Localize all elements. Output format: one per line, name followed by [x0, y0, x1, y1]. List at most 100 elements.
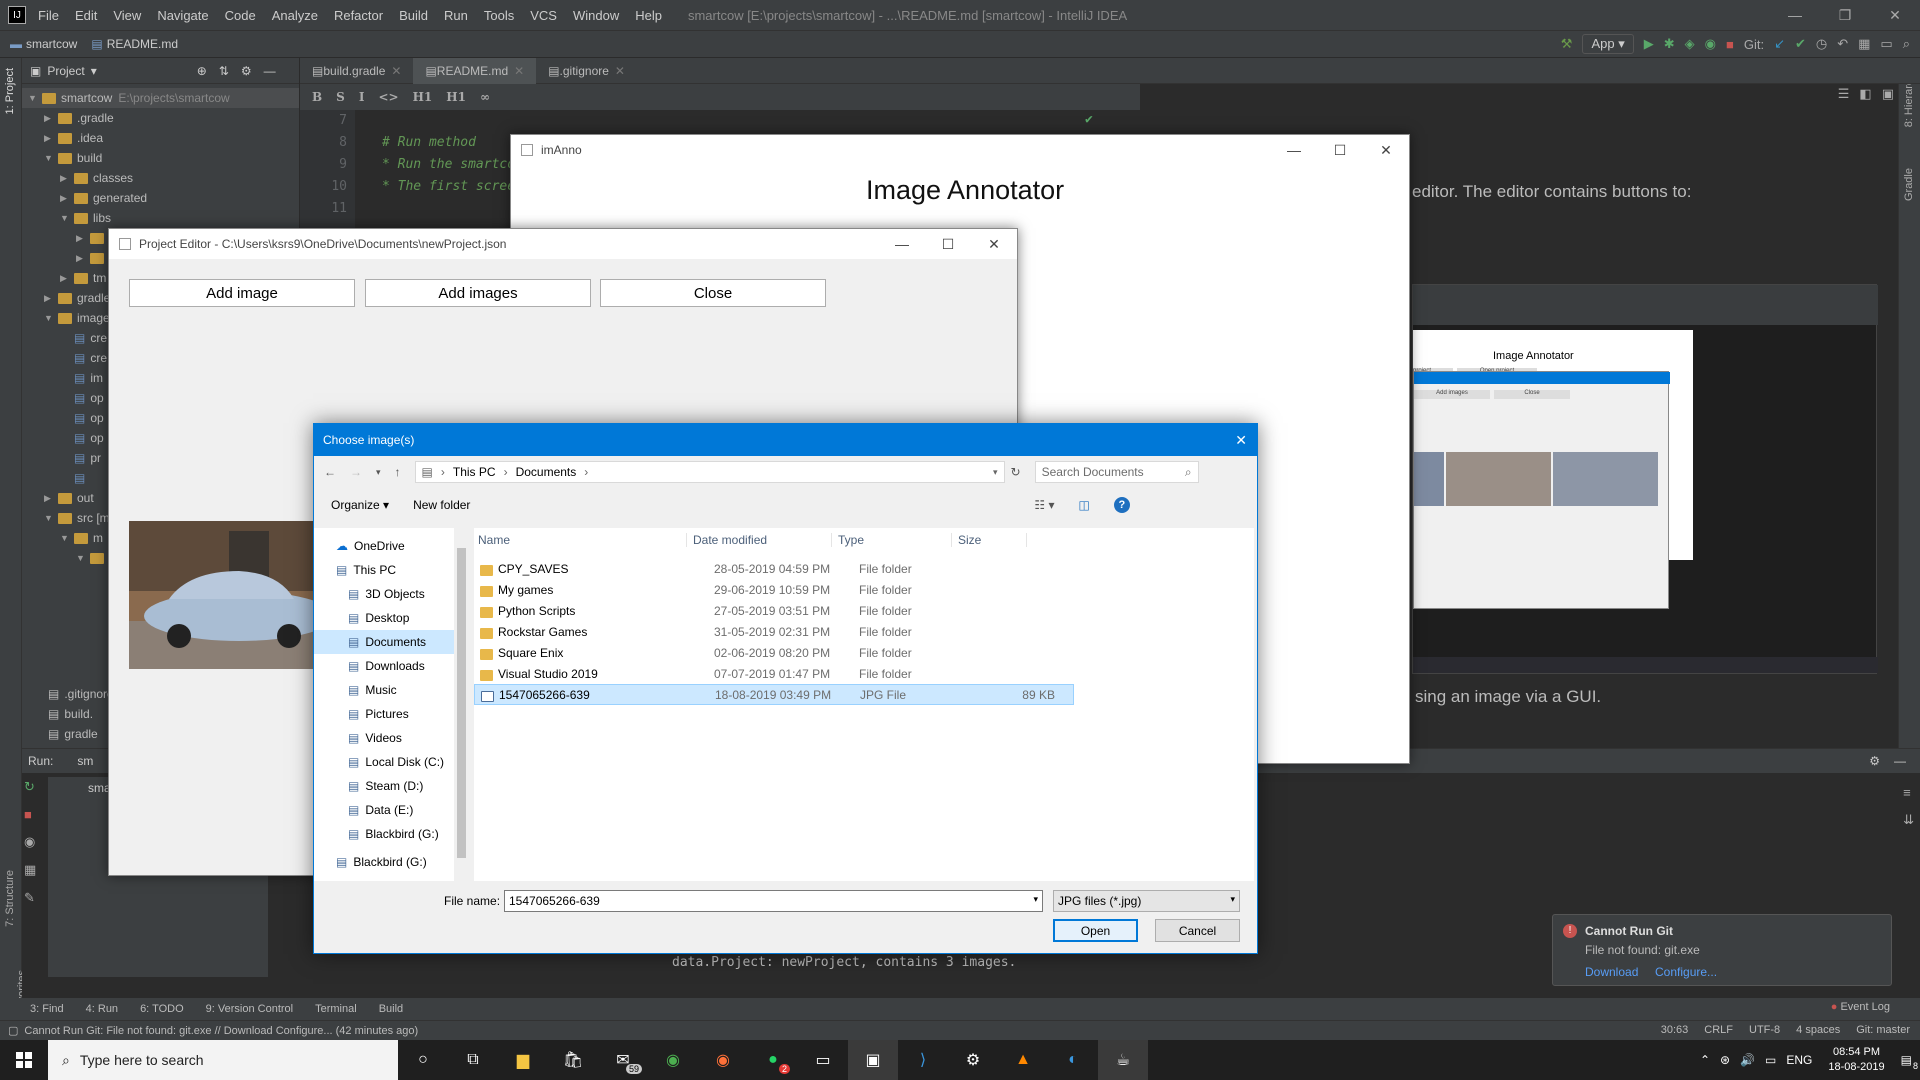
expanded-arrow-icon[interactable]: ▼ [76, 553, 86, 563]
maximize-icon[interactable]: ☐ [1317, 135, 1363, 165]
mail-icon[interactable]: ✉ 59 [598, 1040, 648, 1080]
soft-wrap-icon[interactable]: ≡ [1903, 785, 1914, 800]
status-message[interactable]: Cannot Run Git: File not found: git.exe … [24, 1025, 418, 1037]
new-folder-button[interactable]: New folder [413, 498, 470, 512]
close-tab-icon[interactable]: ✕ [391, 64, 401, 78]
expanded-arrow-icon[interactable]: ▼ [60, 213, 70, 223]
language-indicator[interactable]: ENG [1786, 1053, 1812, 1067]
forward-icon[interactable]: → [350, 465, 362, 479]
taskbar-search[interactable]: ⌕ Type here to search [48, 1040, 398, 1080]
file-explorer-icon[interactable]: ▆ [498, 1040, 548, 1080]
file-name-input[interactable]: 1547065266-639 ▾ [504, 890, 1043, 912]
profile-icon[interactable]: ◉ [1705, 36, 1716, 52]
close-icon[interactable]: ✕ [971, 229, 1017, 259]
up-icon[interactable]: ↑ [395, 465, 401, 479]
organize-button[interactable]: Organize ▾ [331, 498, 389, 512]
pin-icon[interactable]: ✎ [24, 890, 36, 906]
file-row[interactable]: Square Enix 02-06-2019 08:20 PM File folde… [474, 642, 1254, 663]
cortana-icon[interactable]: ○ [398, 1040, 448, 1080]
nav-item[interactable]: ▤ Blackbird (G:) [314, 850, 468, 874]
collapsed-arrow-icon[interactable]: ▶ [44, 113, 54, 124]
expanded-arrow-icon[interactable]: ▼ [44, 513, 54, 523]
collapsed-arrow-icon[interactable]: ▶ [60, 273, 70, 284]
nav-item[interactable]: ▤ Pictures [314, 702, 468, 726]
file-type-filter[interactable]: JPG files (*.jpg) ▾ [1053, 890, 1240, 912]
collapsed-arrow-icon[interactable]: ▶ [44, 293, 54, 304]
bottom-tab[interactable]: 9: Version Control [206, 1003, 293, 1015]
close-icon[interactable]: ✕ [1870, 7, 1920, 24]
collapsed-arrow-icon[interactable]: ▶ [60, 173, 70, 184]
vlc-icon[interactable]: ▲ [998, 1040, 1048, 1080]
tree-item[interactable]: ▶ .idea [22, 128, 299, 148]
markdown-tool-button[interactable]: S [336, 90, 345, 104]
open-button[interactable]: Open [1053, 919, 1138, 942]
column-date[interactable]: Date modified [687, 532, 832, 547]
nav-scroll-thumb[interactable] [457, 548, 466, 858]
collapsed-arrow-icon[interactable]: ▶ [44, 493, 54, 504]
hide-icon[interactable]: — [264, 64, 276, 78]
vscode-icon[interactable]: ⟩ [898, 1040, 948, 1080]
markdown-tool-button[interactable]: B [312, 90, 322, 104]
file-row[interactable]: Python Scripts 27-05-2019 03:51 PM File fo… [474, 600, 1254, 621]
help-icon[interactable]: ? [1113, 497, 1130, 513]
menu-tools[interactable]: Tools [484, 8, 514, 23]
expanded-arrow-icon[interactable]: ▼ [60, 533, 70, 543]
file-row[interactable]: Visual Studio 2019 07-07-2019 01:47 PM Fil… [474, 663, 1254, 684]
menu-vcs[interactable]: VCS [530, 8, 557, 23]
nav-item[interactable]: ▤ Blackbird (G:) [314, 822, 468, 846]
chevron-down-icon[interactable]: ▾ [91, 64, 97, 78]
battery-icon[interactable]: ▭ [1765, 1053, 1776, 1067]
collapsed-arrow-icon[interactable]: ▶ [44, 133, 54, 144]
cancel-button[interactable]: Cancel [1155, 919, 1240, 942]
close-icon[interactable]: ✕ [1235, 432, 1247, 449]
menu-navigate[interactable]: Navigate [157, 8, 208, 23]
nav-item[interactable]: ☁ OneDrive [314, 534, 468, 558]
markdown-tool-button[interactable]: ∞ [480, 90, 490, 104]
close-icon[interactable]: ✕ [1363, 135, 1409, 165]
stop-icon[interactable]: ■ [24, 807, 36, 822]
git-update-icon[interactable]: ↙ [1774, 36, 1785, 52]
eye-icon[interactable]: ◉ [24, 834, 36, 850]
markdown-tool-button[interactable]: H1 [413, 90, 433, 104]
status-item[interactable]: UTF-8 [1749, 1024, 1780, 1036]
maximize-icon[interactable]: ☐ [925, 229, 971, 259]
tree-item[interactable]: ▶ classes [22, 168, 299, 188]
java-icon[interactable]: ☕ [1098, 1040, 1148, 1080]
status-item[interactable]: CRLF [1704, 1024, 1733, 1036]
build-hammer-icon[interactable]: ⚒ [1561, 36, 1573, 52]
editor-only-icon[interactable]: ☰ [1838, 86, 1850, 102]
preview-pane-icon[interactable]: ◫ [1079, 498, 1090, 512]
search-input[interactable]: Search Documents ⌕ [1034, 461, 1199, 483]
file-row[interactable]: 1547065266-639 18-08-2019 03:49 PM JPG Fil… [474, 684, 1074, 705]
close-tab-icon[interactable]: ✕ [615, 64, 625, 78]
collapse-icon[interactable]: ⇅ [219, 64, 229, 78]
chevron-up-icon[interactable]: ⌃ [1700, 1053, 1710, 1067]
file-row[interactable]: CPY_SAVES 28-05-2019 04:59 PM File folder [474, 558, 1254, 579]
bottom-tab[interactable]: Terminal [315, 1003, 357, 1015]
nav-scrollbar[interactable] [454, 528, 469, 881]
file-row[interactable]: Rockstar Games 31-05-2019 02:31 PM File fo… [474, 621, 1254, 642]
tree-item[interactable]: ▼ libs [22, 208, 299, 228]
preview-only-icon[interactable]: ▣ [1882, 86, 1894, 102]
gear-icon[interactable]: ⚙ [241, 64, 252, 78]
expanded-arrow-icon[interactable]: ▼ [44, 313, 54, 323]
path-documents[interactable]: Documents [516, 465, 577, 479]
refresh-icon[interactable]: ↻ [1011, 465, 1021, 479]
nav-item[interactable]: ▤ Local Disk (C:) [314, 750, 468, 774]
editor-tab[interactable]: ▤ build.gradle ✕ [300, 58, 413, 84]
layout-icon[interactable]: ▭ [1880, 36, 1892, 52]
chevron-down-icon[interactable]: ▾ [1033, 894, 1038, 905]
add-images-button[interactable]: Add images [365, 279, 591, 307]
status-item[interactable]: 4 spaces [1796, 1024, 1840, 1036]
menu-code[interactable]: Code [225, 8, 256, 23]
layout-icon[interactable]: ▦ [24, 862, 36, 878]
edge-icon[interactable]: ◐ [1048, 1040, 1098, 1080]
git-commit-icon[interactable]: ✔ [1795, 36, 1806, 52]
notification-configure-link[interactable]: Configure... [1655, 965, 1717, 979]
collapsed-arrow-icon[interactable]: ▶ [60, 193, 70, 204]
clock[interactable]: 08:54 PM 18-08-2019 [1828, 1045, 1884, 1075]
recent-chevron-icon[interactable]: ▾ [376, 467, 381, 478]
stripe-structure[interactable]: 7: Structure [4, 870, 16, 927]
tree-item[interactable]: ▼ smartcow E:\projects\smartcow [22, 88, 299, 108]
debug-icon[interactable]: ✱ [1664, 36, 1675, 52]
